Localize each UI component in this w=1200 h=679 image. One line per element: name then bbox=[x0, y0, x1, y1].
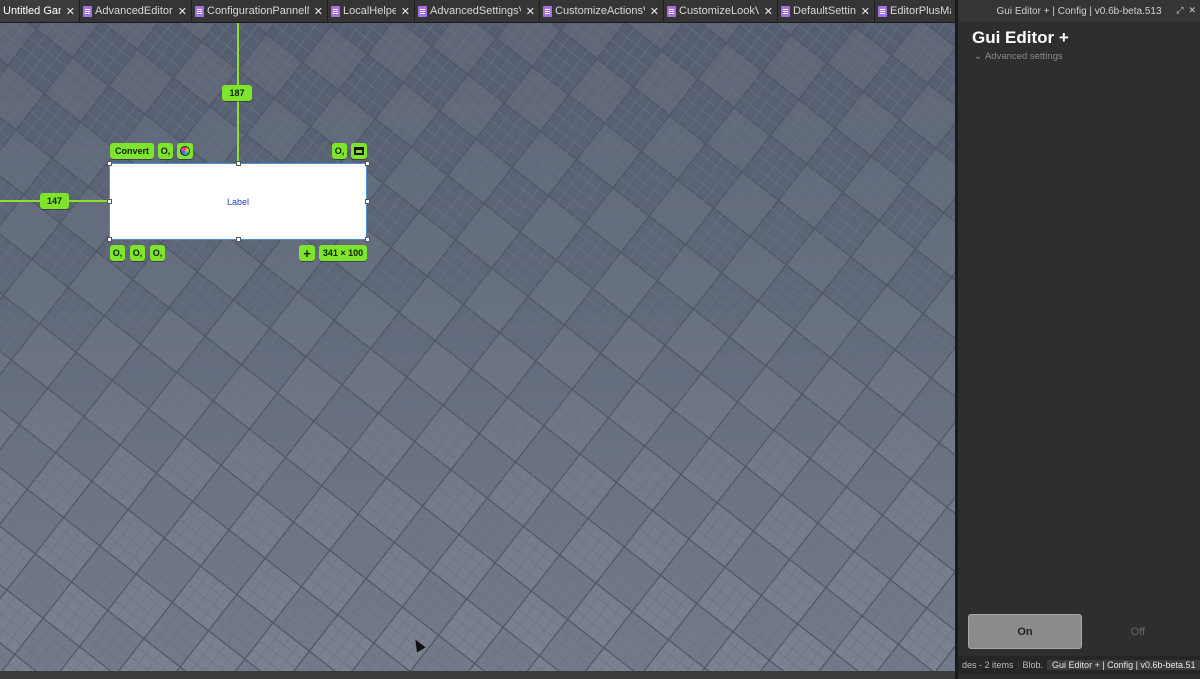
panel-window-title: Gui Editor + | Config | v0.6b-beta.513 bbox=[996, 5, 1162, 17]
size-readout: 341 × 100 bbox=[319, 245, 367, 261]
panel-status-bar: des - 2 items Blob. Gui Editor + | Confi… bbox=[958, 656, 1200, 674]
tab-label: Untitled Game bbox=[3, 5, 61, 17]
tab-customize-actions-view[interactable]: CustomizeActionsView ✕ bbox=[540, 0, 664, 22]
resize-handle-right[interactable] bbox=[365, 199, 370, 204]
advanced-settings-label: Advanced settings bbox=[984, 51, 1063, 62]
tab-label: EditorPlusMain bbox=[890, 5, 951, 17]
window-icon bbox=[354, 147, 364, 155]
baseplate-floor bbox=[0, 0, 955, 679]
color-picker-button[interactable] bbox=[177, 143, 193, 159]
anchor-bottom-button-2[interactable]: O, bbox=[130, 245, 145, 261]
close-icon[interactable]: ✕ bbox=[650, 5, 659, 18]
close-icon[interactable]: ✕ bbox=[178, 5, 187, 18]
panel-titlebar: Gui Editor + | Config | v0.6b-beta.513 ⤢… bbox=[958, 0, 1200, 22]
resize-handle-top-left[interactable] bbox=[107, 161, 112, 166]
script-icon bbox=[331, 5, 340, 17]
close-icon[interactable]: ✕ bbox=[861, 5, 870, 18]
window-toggle-button[interactable] bbox=[351, 143, 367, 159]
on-button[interactable]: On bbox=[968, 614, 1082, 649]
script-tab-bar: Untitled Game ✕ AdvancedEditorMain ✕ Con… bbox=[0, 0, 955, 23]
anchor-icon: O, bbox=[132, 247, 143, 258]
gui-editor-config-panel: Gui Editor + | Config | v0.6b-beta.513 ⤢… bbox=[958, 0, 1200, 679]
script-icon bbox=[878, 5, 887, 17]
tab-advanced-editor-main[interactable]: AdvancedEditorMain ✕ bbox=[80, 0, 192, 22]
anchor-bottom-button-1[interactable]: O, bbox=[110, 245, 125, 261]
script-icon bbox=[781, 5, 790, 17]
script-icon bbox=[543, 5, 552, 17]
tab-customize-look-view[interactable]: CustomizeLookView ✕ bbox=[664, 0, 778, 22]
resize-handle-left[interactable] bbox=[107, 199, 112, 204]
convert-button[interactable]: Convert bbox=[110, 143, 154, 159]
resize-handle-top[interactable] bbox=[236, 161, 241, 166]
undock-icon[interactable]: ⤢ bbox=[1176, 5, 1183, 16]
selected-text-label[interactable]: Label bbox=[109, 163, 367, 240]
resize-handle-bottom[interactable] bbox=[236, 237, 241, 242]
resize-handle-top-right[interactable] bbox=[365, 161, 370, 166]
script-icon bbox=[195, 5, 204, 17]
close-icon[interactable]: ✕ bbox=[314, 5, 323, 18]
tab-label: LocalHelpers bbox=[343, 5, 396, 17]
close-icon[interactable]: ✕ bbox=[401, 5, 410, 18]
tab-label: DefaultSettings bbox=[793, 5, 856, 17]
tab-configuration-pannel-main[interactable]: ConfigurationPannelMain ✕ bbox=[192, 0, 328, 22]
add-element-button[interactable]: + bbox=[299, 245, 315, 261]
close-icon[interactable]: ✕ bbox=[66, 5, 75, 18]
plus-icon: + bbox=[303, 245, 311, 261]
tab-local-helpers[interactable]: LocalHelpers ✕ bbox=[328, 0, 415, 22]
anchor-button[interactable]: O, bbox=[158, 143, 173, 159]
left-distance-label: 147 bbox=[40, 193, 69, 209]
tab-label: CustomizeActionsView bbox=[555, 5, 645, 17]
status-active-window[interactable]: Gui Editor + | Config | v0.6b-beta.51 bbox=[1048, 660, 1200, 670]
label-text: Label bbox=[226, 196, 250, 207]
script-icon bbox=[83, 5, 92, 17]
tab-label: ConfigurationPannelMain bbox=[207, 5, 309, 17]
viewport-bottom-edge bbox=[0, 671, 955, 679]
anchor-icon: O, bbox=[334, 145, 345, 156]
tab-default-settings[interactable]: DefaultSettings ✕ bbox=[778, 0, 875, 22]
tab-label: AdvancedEditorMain bbox=[95, 5, 173, 17]
tab-editor-plus-main[interactable]: EditorPlusMain ✕ bbox=[875, 0, 955, 22]
color-wheel-icon bbox=[180, 146, 190, 156]
close-icon[interactable]: ✕ bbox=[1188, 5, 1196, 16]
resize-handle-bottom-left[interactable] bbox=[107, 237, 112, 242]
script-icon bbox=[667, 5, 676, 17]
tab-label: AdvancedSettingsView bbox=[430, 5, 521, 17]
script-icon bbox=[418, 5, 427, 17]
anchor-icon: O, bbox=[160, 145, 171, 156]
off-button[interactable]: Off bbox=[1082, 614, 1194, 649]
status-blob[interactable]: Blob. bbox=[1019, 660, 1049, 670]
anchor-icon: O, bbox=[112, 247, 123, 258]
on-off-toggle: On Off bbox=[968, 614, 1194, 649]
anchor-top-right-button[interactable]: O, bbox=[332, 143, 347, 159]
chevron-down-icon: ⌄ bbox=[974, 51, 982, 62]
advanced-settings-toggle[interactable]: ⌄ Advanced settings bbox=[974, 51, 1063, 62]
status-items: des - 2 items bbox=[958, 660, 1019, 670]
tab-advanced-settings-view[interactable]: AdvancedSettingsView ✕ bbox=[415, 0, 540, 22]
top-distance-label: 187 bbox=[222, 85, 252, 101]
resize-handle-bottom-right[interactable] bbox=[365, 237, 370, 242]
close-icon[interactable]: ✕ bbox=[526, 5, 535, 18]
tab-label: CustomizeLookView bbox=[679, 5, 759, 17]
anchor-bottom-button-3[interactable]: O, bbox=[150, 245, 165, 261]
close-icon[interactable]: ✕ bbox=[764, 5, 773, 18]
3d-viewport[interactable]: 187 147 Convert O, O, Label O, O, O, + 3… bbox=[0, 0, 955, 679]
panel-title-controls: ⤢ ✕ bbox=[1176, 5, 1196, 16]
anchor-icon: O, bbox=[152, 247, 163, 258]
panel-heading: Gui Editor + bbox=[972, 28, 1069, 47]
tab-untitled-game[interactable]: Untitled Game ✕ bbox=[0, 0, 80, 22]
